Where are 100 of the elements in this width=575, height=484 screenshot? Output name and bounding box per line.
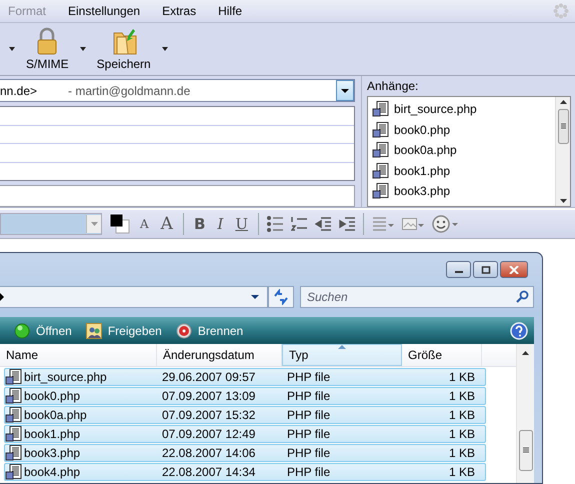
caret-icon <box>251 295 259 299</box>
refresh-button[interactable] <box>268 286 294 308</box>
php-file-icon <box>5 388 22 404</box>
help-icon <box>510 322 528 340</box>
file-type: PHP file <box>286 370 332 384</box>
folder-icon <box>110 27 137 55</box>
file-name: birt_source.php <box>24 370 107 384</box>
file-type: PHP file <box>286 427 332 441</box>
grow-button[interactable]: A <box>158 214 175 234</box>
menu-item[interactable]: Extras <box>162 4 208 18</box>
close-button[interactable] <box>500 261 528 278</box>
text-color-icon <box>110 214 130 234</box>
sort-arrow-icon <box>338 345 346 350</box>
file-size: 1 KB <box>448 465 476 479</box>
smiley-icon <box>432 215 458 233</box>
bullet-list-icon <box>266 215 283 233</box>
outdent-icon <box>314 216 331 232</box>
search-field[interactable]: Suchen <box>307 287 511 307</box>
people-icon <box>86 322 102 338</box>
file-type: PHP file <box>286 465 332 479</box>
file-size: 1 KB <box>448 427 476 441</box>
php-file-icon <box>372 183 389 200</box>
file-date: 07.09.2007 13:09 <box>161 389 256 403</box>
disc-icon <box>176 322 192 338</box>
file-date: 22.08.2007 14:34 <box>161 465 256 479</box>
file-name: book0a.php <box>24 408 87 422</box>
italic-button[interactable]: I <box>215 215 226 233</box>
file-row[interactable]: book0.php 07.09.2007 13:09 PHP file 1 KB <box>4 387 486 405</box>
file-name: book0.php <box>24 389 80 403</box>
refresh-icon <box>273 289 289 305</box>
php-file-icon <box>5 445 22 461</box>
attachment-item[interactable]: book0a.php <box>394 143 457 158</box>
throbber-icon <box>553 3 569 19</box>
php-file-icon <box>372 162 389 179</box>
caret-icon <box>78 46 87 52</box>
maximize-button[interactable] <box>473 261 498 278</box>
caret-icon <box>160 46 169 52</box>
bold-button[interactable]: B <box>192 215 208 233</box>
toolbar-button[interactable]: Speichern <box>92 25 155 73</box>
image-icon <box>402 216 424 232</box>
caret-icon <box>8 46 16 52</box>
file-size: 1 KB <box>448 370 476 384</box>
attachment-item[interactable]: book0.php <box>394 122 450 137</box>
file-row[interactable]: book0a.php 07.09.2007 15:32 PHP file 1 KB <box>4 406 486 424</box>
attachment-item[interactable]: book1.php <box>394 164 450 178</box>
menu-item[interactable]: Einstellungen <box>68 4 152 18</box>
subject-field[interactable] <box>0 185 355 207</box>
column-header[interactable]: Größe <box>402 344 482 366</box>
scroll-thumb <box>558 109 568 144</box>
scroll-up-icon <box>560 100 566 104</box>
file-row[interactable]: birt_source.php 29.06.2007 09:57 PHP file 1 KB <box>4 368 486 386</box>
column-header[interactable]: Name <box>0 344 157 366</box>
file-size: 1 KB <box>448 446 476 460</box>
scrollbar[interactable] <box>555 97 570 206</box>
file-date: 07.09.2007 15:32 <box>161 408 256 422</box>
attachments-label: Anhänge: <box>367 79 420 95</box>
file-date: 07.09.2007 12:49 <box>161 427 256 441</box>
chevron-icon <box>0 293 5 301</box>
indent-icon <box>338 216 355 232</box>
numbered-list-icon <box>290 216 307 232</box>
dropdown-button[interactable] <box>336 80 354 101</box>
attachment-item[interactable]: book3.php <box>394 184 450 198</box>
file-name: book1.php <box>24 427 80 441</box>
file-type: PHP file <box>286 408 332 422</box>
file-size: 1 KB <box>448 389 476 403</box>
sender-field[interactable]: nn.de> - martin@goldmann.de <box>0 79 355 102</box>
scroll-thumb <box>518 430 532 471</box>
close-icon <box>509 266 519 274</box>
command-button[interactable]: Brennen <box>176 322 244 338</box>
shrink-button[interactable]: A <box>138 217 151 231</box>
recipient-list[interactable] <box>0 106 355 181</box>
php-file-icon <box>5 426 22 442</box>
file-name: book3.php <box>24 446 80 460</box>
menu-item[interactable]: Hilfe <box>218 4 254 18</box>
underline-button[interactable]: U <box>233 215 250 233</box>
align-icon <box>372 216 394 232</box>
column-header[interactable]: Typ <box>282 344 402 366</box>
minimize-button[interactable] <box>446 261 471 278</box>
php-file-icon <box>372 101 389 118</box>
file-row[interactable]: book4.php 22.08.2007 14:34 PHP file 1 KB <box>4 463 486 481</box>
scrollbar[interactable] <box>516 344 534 483</box>
scroll-down-icon <box>560 199 566 203</box>
php-file-icon <box>5 369 22 385</box>
attachment-item[interactable]: birt_source.php <box>394 102 477 116</box>
toolbar-button[interactable]: S/MIME <box>22 25 73 73</box>
search-bar[interactable]: Suchen <box>300 286 534 308</box>
php-file-icon <box>372 122 389 138</box>
attachment-list[interactable]: birt_source.php book0.php book0a.php book1.php book3.php <box>367 96 571 207</box>
file-row[interactable]: book1.php 07.09.2007 12:49 PHP file 1 KB <box>4 425 486 443</box>
file-size: 1 KB <box>448 408 476 422</box>
command-button[interactable]: Öffnen <box>14 322 72 338</box>
file-type: PHP file <box>286 446 332 460</box>
file-date: 29.06.2007 09:57 <box>161 370 256 384</box>
file-date: 22.08.2007 14:06 <box>161 446 256 460</box>
maximize-icon <box>480 266 490 274</box>
search-icon <box>515 290 529 304</box>
command-button[interactable]: Freigeben <box>86 322 162 338</box>
file-row[interactable]: book3.php 22.08.2007 14:06 PHP file 1 KB <box>4 444 486 462</box>
caret-icon <box>341 88 349 92</box>
file-type: PHP file <box>286 389 332 403</box>
